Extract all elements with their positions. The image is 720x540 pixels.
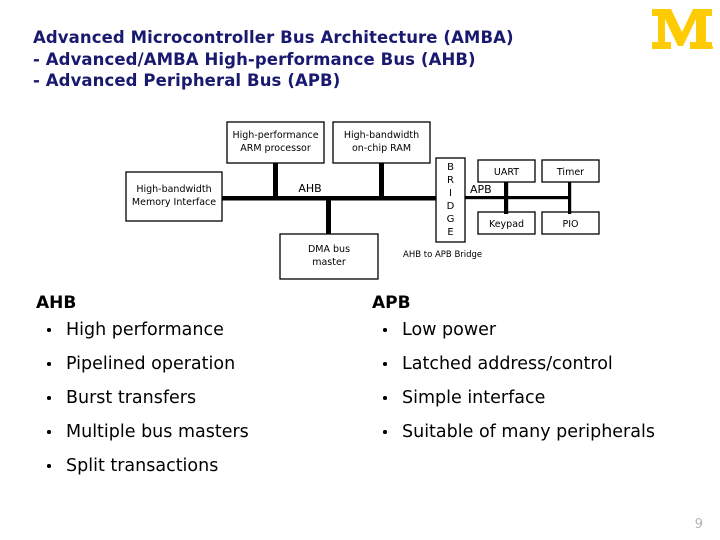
label-keypad: Keypad bbox=[489, 219, 524, 230]
bullet-dot-icon bbox=[47, 430, 51, 434]
label-memory-interface-line2: Memory Interface bbox=[132, 197, 216, 208]
apb-bus-label: APB bbox=[470, 183, 492, 196]
amba-architecture-diagram: High-performance ARM processor High-band… bbox=[0, 112, 720, 282]
bridge-letter-r: R bbox=[447, 175, 454, 186]
list-item: Simple interface bbox=[372, 388, 702, 409]
bullet-dot-icon bbox=[383, 362, 387, 366]
bullet-dot-icon bbox=[383, 430, 387, 434]
list-item: Low power bbox=[372, 320, 702, 341]
label-dma-bus-master-line2: master bbox=[312, 257, 346, 268]
bullet-dot-icon bbox=[383, 396, 387, 400]
title-line-1: Advanced Microcontroller Bus Architectur… bbox=[33, 28, 514, 47]
ahb-feature-label: High performance bbox=[66, 320, 224, 340]
title-line-3: - Advanced Peripheral Bus (APB) bbox=[33, 71, 341, 90]
list-item: Split transactions bbox=[36, 456, 366, 477]
apb-feature-label: Simple interface bbox=[402, 388, 546, 408]
ahb-feature-label: Burst transfers bbox=[66, 388, 197, 408]
ahb-stub-dma bbox=[326, 198, 331, 234]
ahb-feature-label: Multiple bus masters bbox=[66, 422, 249, 442]
apb-stub-timer-pio bbox=[568, 182, 572, 214]
list-item: Burst transfers bbox=[36, 388, 366, 409]
ahb-bus-label: AHB bbox=[298, 182, 321, 195]
bridge-letter-e: E bbox=[447, 227, 453, 238]
bullet-dot-icon bbox=[47, 328, 51, 332]
list-item: Pipelined operation bbox=[36, 354, 366, 375]
university-of-michigan-logo bbox=[650, 6, 714, 52]
apb-feature-list: Low power Latched address/control Simple… bbox=[372, 320, 702, 443]
bridge-label: B R I D G E bbox=[447, 162, 455, 238]
label-on-chip-ram-line1: High-bandwidth bbox=[344, 130, 419, 141]
ahb-column-heading: AHB bbox=[36, 293, 77, 313]
label-dma-bus-master-line1: DMA bus bbox=[308, 244, 350, 255]
ahb-column: AHB High performance Pipelined operation… bbox=[36, 292, 366, 490]
bullet-dot-icon bbox=[383, 328, 387, 332]
apb-feature-label: Low power bbox=[402, 320, 497, 340]
m-logo-icon bbox=[652, 9, 714, 50]
list-item: Suitable of many peripherals bbox=[372, 422, 702, 443]
bridge-letter-b: B bbox=[447, 162, 454, 173]
amba-diagram-svg: High-performance ARM processor High-band… bbox=[125, 121, 600, 280]
apb-stub-uart-keypad bbox=[504, 182, 509, 214]
page-number: 9 bbox=[694, 517, 703, 532]
list-item: Latched address/control bbox=[372, 354, 702, 375]
ahb-feature-label: Split transactions bbox=[66, 456, 219, 476]
label-arm-processor-line1: High-performance bbox=[232, 130, 318, 141]
apb-column-heading: APB bbox=[372, 293, 411, 313]
list-item: Multiple bus masters bbox=[36, 422, 366, 443]
bridge-letter-d: D bbox=[447, 201, 455, 212]
label-uart: UART bbox=[494, 167, 519, 178]
title-line-2: - Advanced/AMBA High-performance Bus (AH… bbox=[33, 49, 476, 69]
ahb-stub-ram bbox=[379, 163, 384, 198]
label-arm-processor-line2: ARM processor bbox=[240, 143, 311, 154]
page-title: Advanced Microcontroller Bus Architectur… bbox=[33, 27, 633, 92]
label-on-chip-ram-line2: on-chip RAM bbox=[352, 143, 411, 154]
bullet-dot-icon bbox=[47, 396, 51, 400]
bullet-dot-icon bbox=[47, 464, 51, 468]
bridge-letter-g: G bbox=[447, 214, 455, 225]
bridge-letter-i: I bbox=[449, 188, 452, 199]
ahb-feature-label: Pipelined operation bbox=[66, 354, 236, 374]
bullet-dot-icon bbox=[47, 362, 51, 366]
diagram-caption: AHB to APB Bridge bbox=[403, 250, 482, 260]
label-pio: PIO bbox=[562, 219, 578, 230]
apb-feature-label: Suitable of many peripherals bbox=[402, 422, 655, 442]
bridge-to-apb-line bbox=[465, 196, 571, 200]
ahb-feature-list: High performance Pipelined operation Bur… bbox=[36, 320, 366, 477]
apb-column: APB Low power Latched address/control Si… bbox=[372, 292, 702, 456]
label-timer: Timer bbox=[556, 167, 584, 178]
feature-comparison-columns: AHB High performance Pipelined operation… bbox=[0, 292, 720, 507]
ahb-stub-arm bbox=[273, 163, 278, 198]
label-memory-interface-line1: High-bandwidth bbox=[136, 184, 211, 195]
apb-feature-label: Latched address/control bbox=[402, 354, 613, 374]
list-item: High performance bbox=[36, 320, 366, 341]
